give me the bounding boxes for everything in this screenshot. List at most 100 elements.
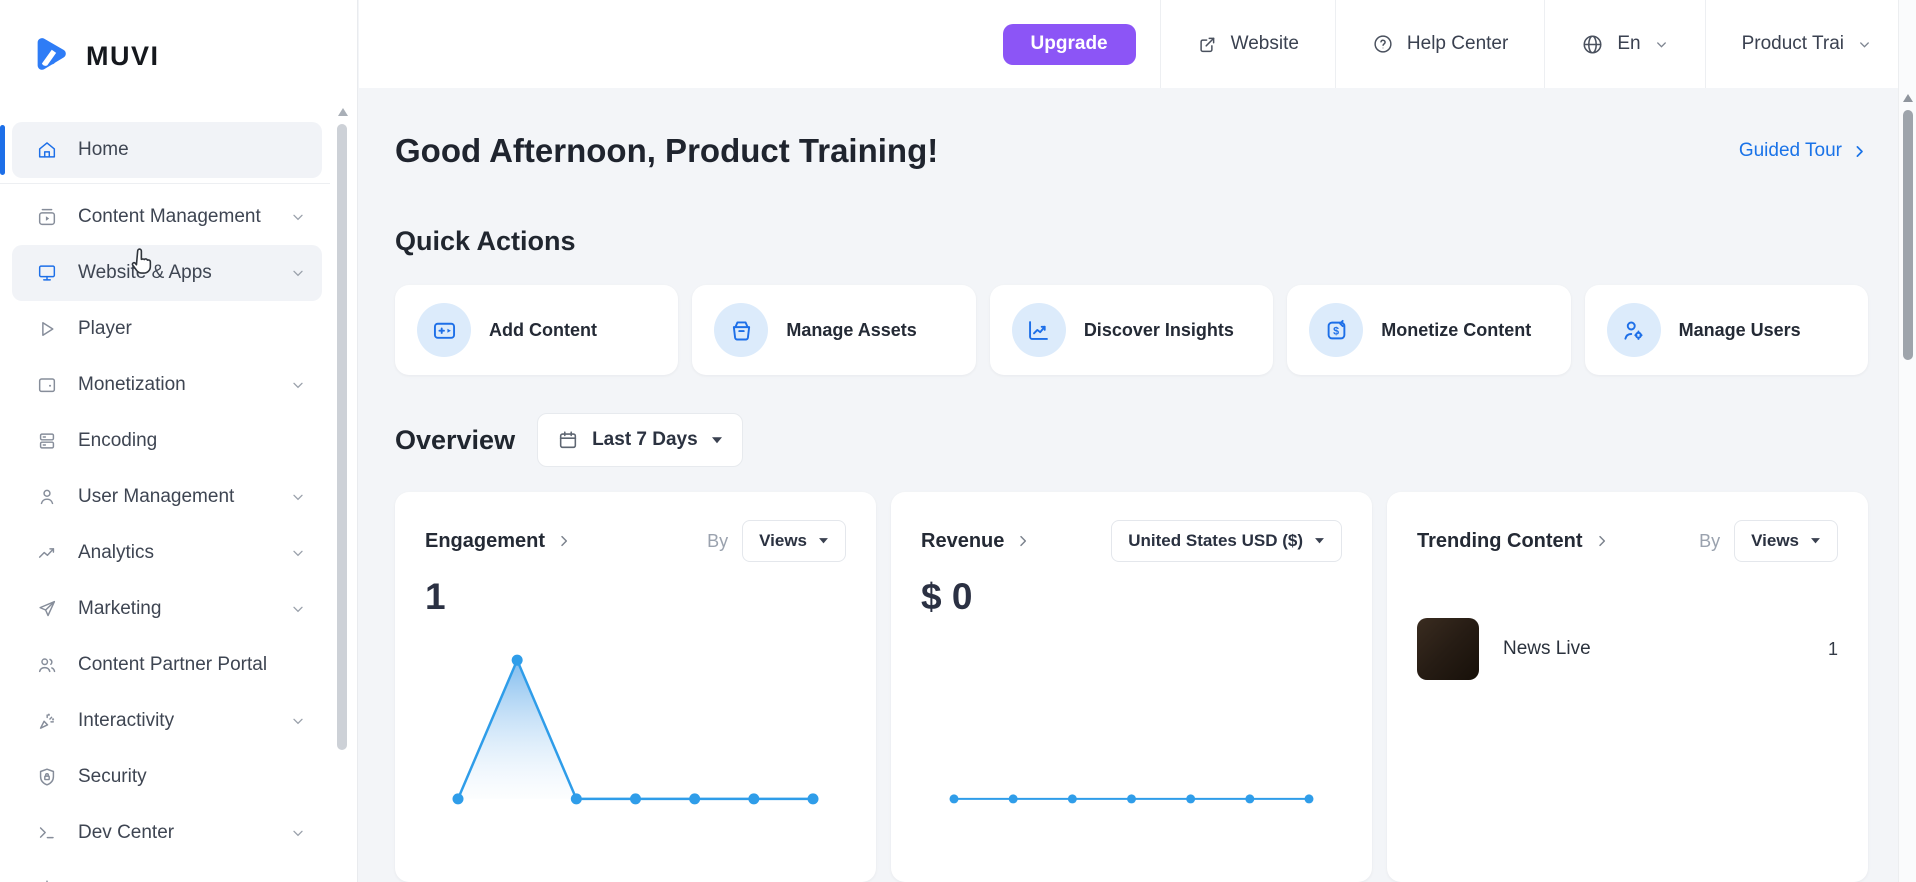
caret-down-icon — [1314, 537, 1325, 545]
sidebar-scrollbar-thumb[interactable] — [337, 124, 347, 750]
add-content-button[interactable]: Add Content — [395, 285, 678, 375]
list-item[interactable]: News Live 1 — [1417, 618, 1838, 680]
date-range-dropdown[interactable]: Last 7 Days — [537, 413, 743, 467]
trending-content-link[interactable]: Trending Content — [1417, 530, 1610, 553]
gear-icon — [36, 878, 58, 882]
muvi-logo-icon — [30, 33, 72, 80]
window-scrollbar-thumb[interactable] — [1903, 110, 1913, 360]
quick-action-label: Monetize Content — [1381, 320, 1531, 341]
main-column: Upgrade Website Help Center En — [359, 0, 1898, 882]
user-gear-icon — [1607, 303, 1661, 357]
guided-tour-label: Guided Tour — [1739, 140, 1842, 162]
sidebar-item-label: Encoding — [78, 430, 306, 452]
trending-title: Trending Content — [1417, 530, 1583, 553]
chevron-right-icon — [1594, 533, 1610, 549]
chevron-right-icon — [1851, 143, 1868, 160]
sidebar-item-content-management[interactable]: Content Management — [12, 189, 322, 245]
manage-assets-button[interactable]: Manage Assets — [692, 285, 975, 375]
chevron-down-icon — [1857, 37, 1872, 52]
sidebar-item-home[interactable]: Home — [12, 122, 322, 178]
scroll-up-arrow-icon[interactable] — [338, 108, 348, 116]
sidebar-item-website-apps[interactable]: Website & Apps — [12, 245, 322, 301]
website-label: Website — [1231, 33, 1299, 55]
currency-dropdown[interactable]: United States USD ($) — [1111, 520, 1342, 562]
sidebar-item-interactivity[interactable]: Interactivity — [12, 693, 322, 749]
monetize-content-button[interactable]: $ Monetize Content — [1287, 285, 1570, 375]
guided-tour-link[interactable]: Guided Tour — [1739, 140, 1868, 162]
add-content-icon — [417, 303, 471, 357]
chevron-down-icon — [290, 209, 306, 225]
main-content: Good Afternoon, Product Training! Guided… — [359, 88, 1898, 882]
sidebar-item-label: Marketing — [78, 598, 290, 620]
sidebar-item-label: Content Partner Portal — [78, 654, 306, 676]
brand-name: MUVI — [86, 41, 160, 72]
brand-logo[interactable]: MUVI — [30, 30, 330, 82]
celebration-icon — [36, 710, 58, 732]
content-name: News Live — [1503, 638, 1804, 660]
sidebar-item-content-partner-portal[interactable]: Content Partner Portal — [12, 637, 322, 693]
sidebar-item-monetization[interactable]: Monetization — [12, 357, 322, 413]
help-center-link[interactable]: Help Center — [1336, 0, 1544, 88]
top-header: Upgrade Website Help Center En — [359, 0, 1898, 88]
server-icon — [36, 430, 58, 452]
chevron-right-icon — [1015, 533, 1031, 549]
revenue-card-link[interactable]: Revenue — [921, 530, 1031, 553]
chevron-down-icon — [290, 377, 306, 393]
trending-content-card: Trending Content By Views — [1387, 492, 1868, 882]
sidebar-item-security[interactable]: Security — [12, 749, 322, 805]
app-root: MUVI Home Content Management — [0, 0, 1916, 882]
caret-down-icon — [818, 537, 829, 545]
svg-text:$: $ — [1333, 325, 1339, 337]
sidebar-item-label: Home — [78, 139, 306, 161]
sidebar-item-analytics[interactable]: Analytics — [12, 525, 322, 581]
sidebar-item-label: Analytics — [78, 542, 290, 564]
sidebar-item-label: Monetization — [78, 374, 290, 396]
revenue-title: Revenue — [921, 530, 1004, 553]
language-selector[interactable]: En — [1545, 0, 1704, 88]
engagement-line-chart — [425, 624, 846, 820]
upgrade-button[interactable]: Upgrade — [1003, 24, 1136, 65]
manage-users-button[interactable]: Manage Users — [1585, 285, 1868, 375]
revenue-card: Revenue United States USD ($) $ 0 — [891, 492, 1372, 882]
sidebar-item-user-management[interactable]: User Management — [12, 469, 322, 525]
caret-down-icon — [1810, 537, 1821, 545]
revenue-line-chart — [921, 624, 1342, 820]
discover-insights-button[interactable]: Discover Insights — [990, 285, 1273, 375]
sidebar-item-label: Player — [78, 318, 306, 340]
calendar-icon — [557, 429, 579, 451]
scroll-up-arrow-icon[interactable] — [1903, 94, 1913, 102]
sidebar-item-encoding[interactable]: Encoding — [12, 413, 322, 469]
quick-action-label: Manage Users — [1679, 320, 1801, 341]
play-icon — [36, 318, 58, 340]
content-thumbnail — [1417, 618, 1479, 680]
quick-actions-row: Add Content Manage Assets Discover Insig… — [395, 285, 1868, 375]
engagement-card-link[interactable]: Engagement — [425, 530, 572, 553]
assets-box-icon — [714, 303, 768, 357]
overview-cards: Engagement By Views 1 — [395, 492, 1868, 882]
metric-value: Views — [1751, 531, 1799, 551]
sidebar-item-marketing[interactable]: Marketing — [12, 581, 322, 637]
chevron-down-icon — [290, 601, 306, 617]
sidebar-item-label: User Management — [78, 486, 290, 508]
content-views-count: 1 — [1828, 639, 1838, 660]
chevron-down-icon — [1654, 37, 1669, 52]
active-indicator — [0, 125, 5, 175]
sidebar-item-partial[interactable] — [12, 861, 322, 882]
caret-down-icon — [711, 436, 723, 445]
chevron-down-icon — [290, 265, 306, 281]
engagement-metric-dropdown[interactable]: Views — [742, 520, 846, 562]
shield-lock-icon — [36, 766, 58, 788]
account-menu[interactable]: Product Trai — [1706, 0, 1898, 88]
quick-action-label: Add Content — [489, 320, 597, 341]
monitor-icon — [36, 262, 58, 284]
sidebar-scrollbar-track — [330, 0, 358, 882]
content-management-icon — [36, 206, 58, 228]
chevron-down-icon — [290, 713, 306, 729]
website-link[interactable]: Website — [1161, 0, 1335, 88]
metric-value: Views — [759, 531, 807, 551]
sidebar-item-player[interactable]: Player — [12, 301, 322, 357]
trending-metric-dropdown[interactable]: Views — [1734, 520, 1838, 562]
user-icon — [36, 486, 58, 508]
sidebar-item-dev-center[interactable]: Dev Center — [12, 805, 322, 861]
sidebar-item-label: Website & Apps — [78, 262, 290, 284]
